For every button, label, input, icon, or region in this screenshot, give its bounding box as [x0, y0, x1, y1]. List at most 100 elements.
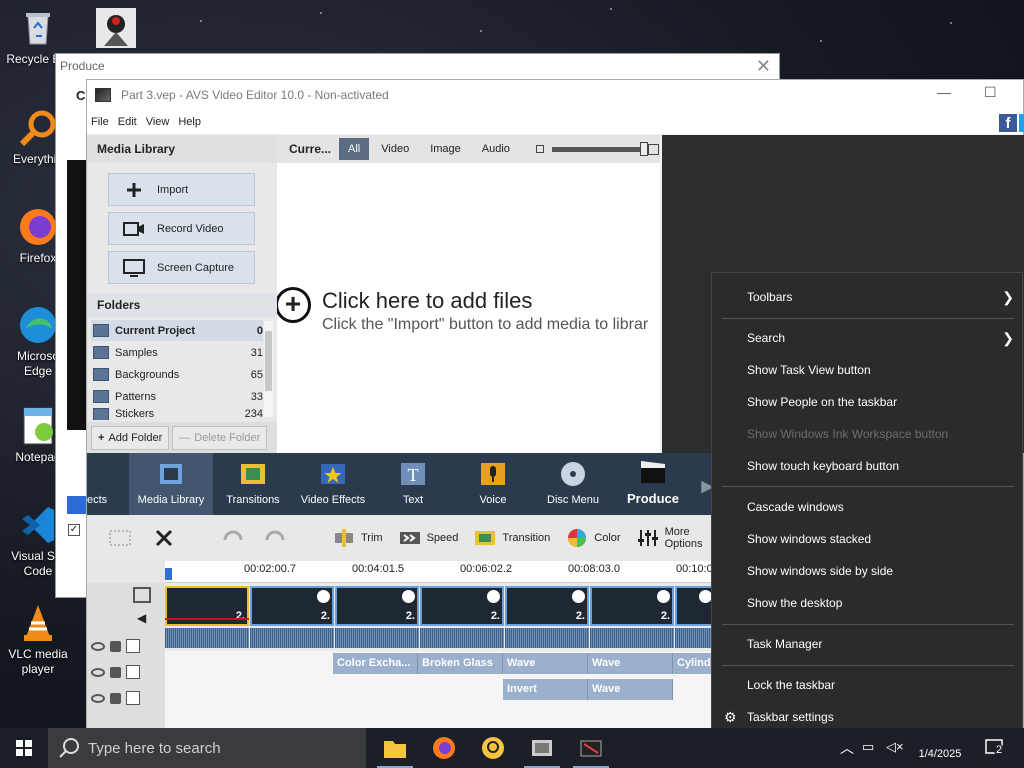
scrollbar-thumb[interactable] — [265, 331, 272, 391]
produce-checkbox[interactable]: ✓ — [68, 524, 80, 536]
transition-marker-icon[interactable] — [402, 590, 415, 603]
video-clip[interactable]: 2. — [505, 586, 589, 626]
video-clip[interactable]: 2. — [165, 586, 249, 626]
import-button[interactable]: Import — [108, 173, 255, 206]
avs-editor-taskbar-icon[interactable] — [578, 735, 604, 761]
star-box-icon[interactable] — [126, 665, 140, 679]
effect-block[interactable]: Wave — [503, 653, 588, 674]
audio-waveform[interactable] — [335, 628, 419, 648]
media-drop-area[interactable]: + Click here to add files Click the "Imp… — [277, 163, 660, 453]
screen-capture-button[interactable]: Screen Capture — [108, 251, 255, 284]
menu-file[interactable]: File — [91, 116, 109, 128]
ribbon-produce[interactable]: Produce ▶ — [613, 453, 713, 515]
screen-recorder-taskbar-icon[interactable] — [480, 735, 506, 761]
twitter-icon[interactable] — [1019, 114, 1024, 132]
delete-folder-button[interactable]: — Delete Folder — [172, 425, 268, 450]
produce-taskbar-icon[interactable] — [529, 735, 555, 761]
menu-view[interactable]: View — [146, 116, 170, 128]
tab-all[interactable]: All — [339, 138, 370, 160]
redo-button[interactable] — [265, 528, 293, 548]
lock-icon[interactable] — [110, 692, 121, 704]
ribbon-text[interactable]: T Text — [373, 453, 453, 515]
menu-item-show-desktop[interactable]: Show the desktop — [712, 589, 1024, 617]
menu-item-lock-taskbar[interactable]: Lock the taskbar — [712, 671, 1024, 699]
transition-marker-icon[interactable] — [657, 590, 670, 603]
menu-item-task-manager[interactable]: Task Manager — [712, 630, 1024, 658]
taskbar-search-box[interactable]: Type here to search — [48, 728, 366, 768]
effect-block[interactable]: Cylinde — [673, 653, 714, 674]
video-clip[interactable] — [675, 586, 714, 626]
ribbon-transitions[interactable]: Transitions — [213, 453, 293, 515]
close-icon[interactable]: ✕ — [756, 56, 771, 77]
chevron-up-icon[interactable]: ︿ — [840, 738, 854, 758]
folder-samples[interactable]: Samples 31 — [91, 342, 263, 363]
more-options-button[interactable]: More Options — [637, 526, 703, 550]
start-button[interactable] — [0, 728, 48, 768]
facebook-icon[interactable]: f — [999, 114, 1017, 132]
network-icon[interactable]: ▭ — [862, 739, 874, 755]
menu-item-show-task-view[interactable]: Show Task View button — [712, 356, 1024, 384]
taskbar-clock[interactable]: 1/4/2025 — [910, 728, 970, 768]
menu-item-search[interactable]: Search ❯ — [712, 324, 1024, 352]
speaker-icon[interactable]: ◀ — [137, 611, 146, 625]
folder-current-project[interactable]: Current Project 0 — [91, 320, 263, 341]
video-clip[interactable]: 2. — [335, 586, 419, 626]
tab-video[interactable]: Video — [372, 138, 418, 160]
ribbon-video-effects[interactable]: Video Effects — [293, 453, 373, 515]
audio-waveform[interactable] — [165, 628, 249, 648]
ribbon-disc-menu[interactable]: Disc Menu — [533, 453, 613, 515]
eye-icon[interactable] — [91, 667, 105, 677]
audio-waveform[interactable] — [250, 628, 334, 648]
folder-stickers[interactable]: Stickers 234 — [91, 408, 263, 420]
trim-button[interactable]: Trim — [333, 528, 383, 548]
delete-button[interactable] — [153, 528, 181, 548]
add-folder-button[interactable]: + Add Folder — [91, 425, 170, 450]
video-clip[interactable]: 2. — [590, 586, 674, 626]
transition-button[interactable]: Transition — [474, 528, 550, 548]
undo-button[interactable] — [221, 528, 249, 548]
transition-marker-icon[interactable] — [317, 590, 330, 603]
audio-waveform[interactable] — [675, 628, 714, 648]
color-button[interactable]: Color — [566, 528, 621, 548]
ribbon-media-library[interactable]: Media Library — [129, 453, 213, 515]
desktop-icon-vlc[interactable]: VLC media player — [0, 601, 76, 677]
effect-block[interactable]: Broken Glass — [418, 653, 503, 674]
firefox-taskbar-icon[interactable] — [431, 735, 457, 761]
minimize-icon[interactable]: — — [937, 84, 951, 100]
audio-volume-line[interactable] — [165, 618, 249, 620]
speed-button[interactable]: Speed — [399, 528, 458, 548]
menu-item-show-windows-stacked[interactable]: Show windows stacked — [712, 525, 1024, 553]
transition-marker-icon[interactable] — [487, 590, 500, 603]
eye-icon[interactable] — [91, 693, 105, 703]
menu-item-show-windows-side-by-side[interactable]: Show windows side by side — [712, 557, 1024, 585]
folder-backgrounds[interactable]: Backgrounds 65 — [91, 364, 263, 385]
volume-muted-icon[interactable]: ◁× — [886, 739, 904, 755]
audio-waveform[interactable] — [505, 628, 589, 648]
folder-patterns[interactable]: Patterns 33 — [91, 386, 263, 407]
record-video-button[interactable]: Record Video — [108, 212, 255, 245]
storyboard-toggle[interactable] — [109, 528, 137, 548]
eye-icon[interactable] — [91, 641, 105, 651]
star-box-icon[interactable] — [126, 639, 140, 653]
file-explorer-icon[interactable] — [382, 735, 408, 761]
video-clip[interactable]: 2. — [420, 586, 504, 626]
menu-item-show-touch-keyboard[interactable]: Show touch keyboard button — [712, 452, 1024, 480]
menu-item-show-people[interactable]: Show People on the taskbar — [712, 388, 1024, 416]
zoom-slider[interactable] — [535, 141, 659, 156]
ribbon-voice[interactable]: Voice — [453, 453, 533, 515]
maximize-icon[interactable]: ☐ — [984, 84, 997, 101]
audio-waveform[interactable] — [420, 628, 504, 648]
lock-icon[interactable] — [110, 666, 121, 678]
menu-item-cascade-windows[interactable]: Cascade windows — [712, 493, 1024, 521]
lock-icon[interactable] — [110, 640, 121, 652]
video-clip[interactable]: 2. — [250, 586, 334, 626]
zoom-track[interactable] — [551, 141, 648, 156]
menu-help[interactable]: Help — [178, 116, 201, 128]
effect-block[interactable]: Invert — [503, 679, 588, 700]
desktop-icon-java[interactable] — [78, 6, 154, 52]
menu-item-toolbars[interactable]: Toolbars ❯ — [712, 283, 1024, 311]
tab-image[interactable]: Image — [421, 138, 470, 160]
star-box-icon[interactable] — [126, 691, 140, 705]
effect-block[interactable]: Color Excha... — [333, 653, 418, 674]
menu-item-taskbar-settings[interactable]: ⚙ Taskbar settings — [712, 703, 1024, 731]
